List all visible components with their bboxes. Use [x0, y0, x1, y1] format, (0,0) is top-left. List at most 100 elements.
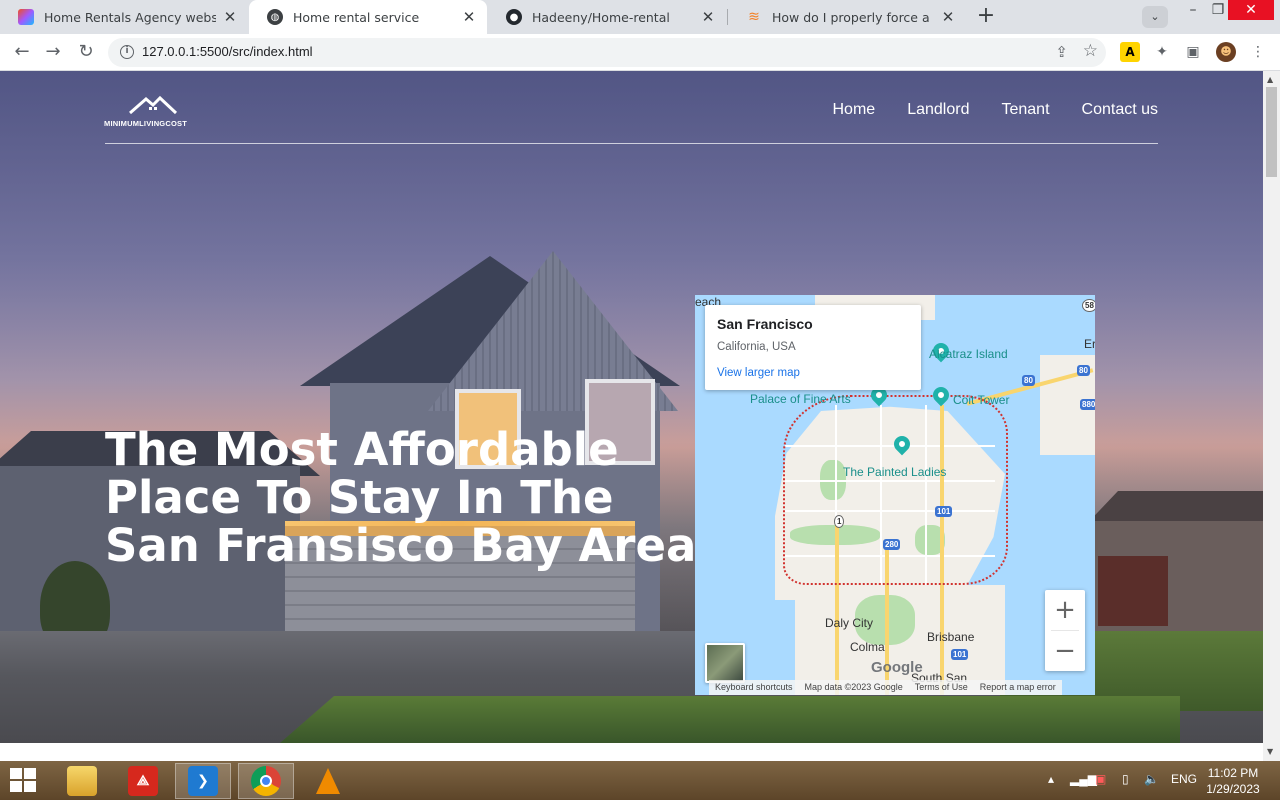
- close-tab-icon[interactable]: ✕: [461, 8, 477, 26]
- highway-shield: 101: [935, 506, 953, 517]
- volume-icon[interactable]: 🔈: [1144, 772, 1159, 786]
- tab-figma[interactable]: Home Rentals Agency website de ✕: [0, 0, 248, 34]
- forward-button[interactable]: →: [41, 40, 65, 64]
- page-below-hero: [0, 743, 1263, 761]
- vlc-icon: [313, 766, 343, 796]
- menu-kebab-icon[interactable]: ⋮: [1248, 42, 1268, 62]
- zoom-out-button[interactable]: −: [1045, 631, 1085, 671]
- url-text[interactable]: 127.0.0.1:5500/src/index.html: [142, 44, 313, 59]
- place-name: San Francisco: [717, 316, 813, 332]
- close-tab-icon[interactable]: ✕: [222, 8, 238, 26]
- new-tab-button[interactable]: +: [972, 4, 1000, 30]
- close-tab-icon[interactable]: ✕: [700, 8, 716, 26]
- tab-title: Home Rentals Agency website de: [44, 9, 216, 25]
- scroll-up-arrow-icon[interactable]: ▲: [1267, 75, 1273, 84]
- highway-shield: 80: [1022, 375, 1035, 386]
- map-label-painted-ladies[interactable]: The Painted Ladies: [843, 465, 946, 479]
- city-boundary: [783, 395, 1008, 585]
- puzzle-extensions-icon[interactable]: ✦: [1152, 42, 1172, 62]
- figma-icon: [18, 9, 34, 25]
- keyboard-shortcuts-link[interactable]: Keyboard shortcuts: [709, 680, 799, 695]
- map-label-palace[interactable]: Palace of Fine Arts: [750, 392, 851, 406]
- zoom-in-button[interactable]: +: [1045, 590, 1085, 630]
- place-address: California, USA: [717, 341, 796, 353]
- address-bar[interactable]: i 127.0.0.1:5500/src/index.html ⇪ ☆: [108, 38, 1106, 67]
- google-map-embed[interactable]: 80 80 880 101 1 280 101 58 each Er Alcat…: [695, 295, 1095, 695]
- lawn: [280, 696, 1180, 743]
- reload-button[interactable]: ↻: [74, 40, 98, 64]
- tab-github[interactable]: ● Hadeeny/Home-rental ✕: [488, 0, 726, 34]
- language-indicator[interactable]: ENG: [1171, 772, 1197, 786]
- chrome-icon: [251, 766, 281, 796]
- terms-of-use-link[interactable]: Terms of Use: [908, 680, 974, 695]
- browser-tab-strip: Home Rentals Agency website de ✕ ◍ Home …: [0, 0, 1280, 34]
- fence: [1098, 556, 1168, 626]
- taskbar-vlc[interactable]: [300, 763, 356, 799]
- network-icon[interactable]: ▣: [1095, 772, 1106, 786]
- signal-icon[interactable]: ▂▄▆: [1070, 772, 1097, 786]
- page-viewport: MINIMUMLIVINGCOST Home Landlord Tenant C…: [0, 71, 1263, 761]
- tab-title: Home rental service: [293, 9, 420, 25]
- site-info-icon[interactable]: i: [120, 45, 134, 59]
- side-panel-icon[interactable]: ▣: [1183, 42, 1203, 62]
- tab-search-button[interactable]: ⌄: [1142, 6, 1168, 28]
- page-scrollbar[interactable]: ▲ ▼: [1263, 71, 1280, 761]
- map-data-text: Map data ©2023 Google: [798, 680, 909, 695]
- hero-section: MINIMUMLIVINGCOST Home Landlord Tenant C…: [0, 71, 1263, 743]
- close-window-button[interactable]: ✕: [1228, 0, 1274, 20]
- tab-home-rental[interactable]: ◍ Home rental service ✕: [249, 0, 487, 34]
- taskbar-chrome[interactable]: [238, 763, 294, 799]
- scrollbar-thumb[interactable]: [1266, 87, 1277, 177]
- show-hidden-icons-icon[interactable]: ▴: [1048, 772, 1054, 786]
- view-larger-map-link[interactable]: View larger map: [717, 367, 909, 379]
- bookmark-star-icon[interactable]: ☆: [1083, 41, 1098, 61]
- nav-divider: [105, 143, 1158, 144]
- scroll-down-arrow-icon[interactable]: ▼: [1267, 747, 1273, 756]
- close-tab-icon[interactable]: ✕: [940, 8, 956, 26]
- tab-stackoverflow[interactable]: ≋ How do I properly force a Git pus ✕: [728, 0, 966, 34]
- report-map-error-link[interactable]: Report a map error: [973, 680, 1062, 695]
- map-label-brisbane: Brisbane: [927, 630, 975, 644]
- tab-title: Hadeeny/Home-rental: [532, 9, 670, 25]
- taskbar-acrobat[interactable]: ⟁: [115, 763, 171, 799]
- logo-text: MINIMUMLIVINGCOST: [104, 119, 187, 128]
- nav-tenant[interactable]: Tenant: [1001, 101, 1049, 119]
- extension-icon[interactable]: A: [1120, 42, 1140, 62]
- map-label-coit[interactable]: Coit Tower: [953, 393, 1009, 407]
- headline-line: San Fransisco Bay Area: [105, 519, 697, 572]
- profile-avatar[interactable]: ☻: [1216, 42, 1236, 62]
- map-attribution-bar: Keyboard shortcuts Map data ©2023 Google…: [709, 680, 1062, 695]
- site-logo[interactable]: MINIMUMLIVINGCOST: [104, 95, 204, 129]
- highway-shield: 80: [1077, 365, 1090, 376]
- headline-line: The Most Affordable: [105, 423, 619, 476]
- nav-contact-us[interactable]: Contact us: [1082, 101, 1158, 119]
- satellite-toggle-button[interactable]: [705, 643, 745, 683]
- windows-taskbar: ⟁ ❯ ▴ ▂▄▆ ▣ ▯ 🔈 ENG 11:02 PM 1/29/2023: [0, 761, 1280, 800]
- taskbar-clock[interactable]: 11:02 PM 1/29/2023: [1198, 765, 1268, 797]
- windows-start-button[interactable]: [10, 768, 38, 792]
- highway-shield: 101: [951, 649, 969, 660]
- taskbar-vscode[interactable]: ❯: [175, 763, 231, 799]
- clock-date: 1/29/2023: [1206, 782, 1260, 796]
- map-label-alcatraz[interactable]: Alcatraz Island: [929, 347, 1008, 361]
- battery-icon[interactable]: ▯: [1122, 772, 1129, 786]
- map-zoom-control: + −: [1045, 590, 1085, 671]
- main-nav: Home Landlord Tenant Contact us: [833, 101, 1159, 119]
- clock-time: 11:02 PM: [1207, 766, 1259, 780]
- back-button[interactable]: ←: [10, 40, 34, 64]
- hero-headline: The Most Affordable Place To Stay In The…: [105, 423, 697, 572]
- highway-shield: 58: [1082, 299, 1095, 312]
- taskbar-file-explorer[interactable]: [54, 763, 110, 799]
- file-explorer-icon: [67, 766, 97, 796]
- nav-home[interactable]: Home: [833, 101, 876, 119]
- vscode-icon: ❯: [188, 766, 218, 796]
- tab-title: How do I properly force a Git pus: [772, 9, 934, 25]
- highway-shield: 880: [1080, 399, 1095, 410]
- nav-landlord[interactable]: Landlord: [907, 101, 969, 119]
- map-label-daly-city: Daly City: [825, 616, 874, 630]
- map-place-card: San Francisco California, USA View large…: [705, 305, 921, 390]
- acrobat-icon: ⟁: [128, 766, 158, 796]
- highway-shield: 280: [883, 539, 901, 550]
- share-icon[interactable]: ⇪: [1055, 43, 1068, 61]
- google-logo: Google: [871, 659, 923, 676]
